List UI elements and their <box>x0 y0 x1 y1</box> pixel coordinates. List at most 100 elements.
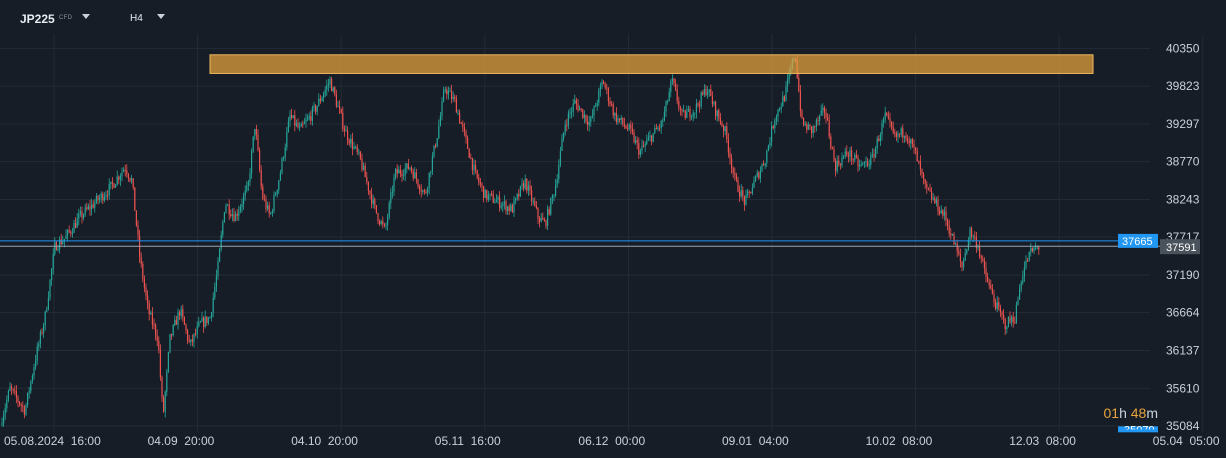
candle-body <box>321 98 323 102</box>
candle-body <box>219 248 221 262</box>
candle-body <box>531 190 533 202</box>
candle-body <box>921 169 923 174</box>
candle-body <box>915 147 917 151</box>
candle-body <box>812 126 814 134</box>
candle-body <box>47 297 49 310</box>
candle-body <box>807 124 809 130</box>
candle-body <box>483 186 485 198</box>
candle-body <box>425 191 427 193</box>
candle-body <box>148 303 150 315</box>
candle-body <box>84 207 86 215</box>
candle-body <box>107 195 109 197</box>
candle-body <box>822 107 824 111</box>
candle-body <box>673 78 675 84</box>
candle-body <box>353 146 355 149</box>
candle-body <box>659 127 661 129</box>
candle-body <box>889 118 891 122</box>
candle-body <box>703 89 705 95</box>
candle-body <box>311 107 313 121</box>
candle-body <box>23 406 25 415</box>
candle-body <box>716 110 718 117</box>
candle-body <box>631 128 633 133</box>
candle-body <box>615 112 617 122</box>
candle-body <box>643 145 645 147</box>
resistance-zone[interactable] <box>209 54 1094 74</box>
candle-body <box>547 209 549 226</box>
candle-body <box>819 114 821 121</box>
candle-body <box>390 192 392 204</box>
candle-body <box>462 124 464 127</box>
candle-body <box>766 150 768 164</box>
candle-body <box>527 185 529 191</box>
candle-body <box>947 220 949 226</box>
candle-body <box>529 185 531 191</box>
candle-body <box>849 150 851 157</box>
candle-body <box>473 164 475 171</box>
candle-body <box>287 121 289 132</box>
candle-body <box>878 138 880 142</box>
candle-body <box>503 201 505 205</box>
candle-body <box>948 225 950 234</box>
countdown-minutes-unit: m <box>1146 405 1158 421</box>
timeframe-selector[interactable]: H4 <box>130 13 143 24</box>
candle-body <box>633 132 635 143</box>
candle-body <box>724 126 726 132</box>
candle-body <box>862 163 864 165</box>
candle-body <box>431 156 433 172</box>
candle-body <box>897 133 899 137</box>
timeframe-dropdown-icon[interactable] <box>157 14 165 19</box>
candle-body <box>137 225 139 236</box>
price-tick-label: 35084 <box>1166 419 1200 433</box>
candle-body <box>892 126 894 133</box>
candle-body <box>363 165 365 170</box>
price-axis[interactable]: 4035039823392973877038243377173719036664… <box>1166 41 1200 433</box>
candle-body <box>963 260 965 268</box>
candle-body <box>591 115 593 117</box>
candle-body <box>846 151 848 155</box>
candle-body <box>67 230 69 236</box>
candle-body <box>86 207 88 209</box>
candle-body <box>419 186 421 191</box>
candle-body <box>852 159 854 161</box>
candle-body <box>739 191 741 197</box>
candle-body <box>356 146 358 152</box>
candle-body <box>499 196 501 208</box>
candle-body <box>275 194 277 196</box>
candle-body <box>209 317 211 319</box>
candle-body <box>772 126 774 129</box>
candle-body <box>270 212 272 214</box>
candle-body <box>326 85 328 90</box>
candle-body <box>329 78 331 85</box>
candle-body <box>350 138 352 144</box>
symbol-dropdown-icon[interactable] <box>82 14 90 19</box>
symbol-label[interactable]: JP225 <box>20 12 55 26</box>
candle-body <box>135 210 137 226</box>
candle-body <box>598 90 600 103</box>
candle-body <box>478 177 480 183</box>
candle-body <box>75 223 77 228</box>
candle-body <box>83 214 85 218</box>
candle-body <box>727 139 729 153</box>
candle-body <box>951 234 953 236</box>
candle-body <box>172 325 174 336</box>
candle-body <box>340 109 342 113</box>
candle-body <box>217 261 219 276</box>
candle-body <box>679 107 681 110</box>
time-axis[interactable]: 05.08.2024 16:00 04.09 20:00 04.10 20:00 05… <box>4 434 1220 448</box>
candle-body <box>630 124 632 129</box>
candle-body <box>969 228 971 240</box>
candle-body <box>487 194 489 200</box>
candle-body <box>156 335 158 342</box>
candle-body <box>575 100 577 104</box>
price-tick-label: 35610 <box>1166 381 1200 395</box>
candle-body <box>777 109 779 117</box>
price-chart[interactable]: 4035039823392973877038243377173719036664… <box>0 0 1226 458</box>
candle-body <box>371 193 373 204</box>
candle-body <box>953 234 955 245</box>
candle-body <box>291 115 293 118</box>
candle-body <box>835 160 837 172</box>
candle-body <box>607 88 609 102</box>
candle-body <box>625 126 627 129</box>
candle-body <box>1022 276 1024 283</box>
candle-body <box>847 154 849 157</box>
